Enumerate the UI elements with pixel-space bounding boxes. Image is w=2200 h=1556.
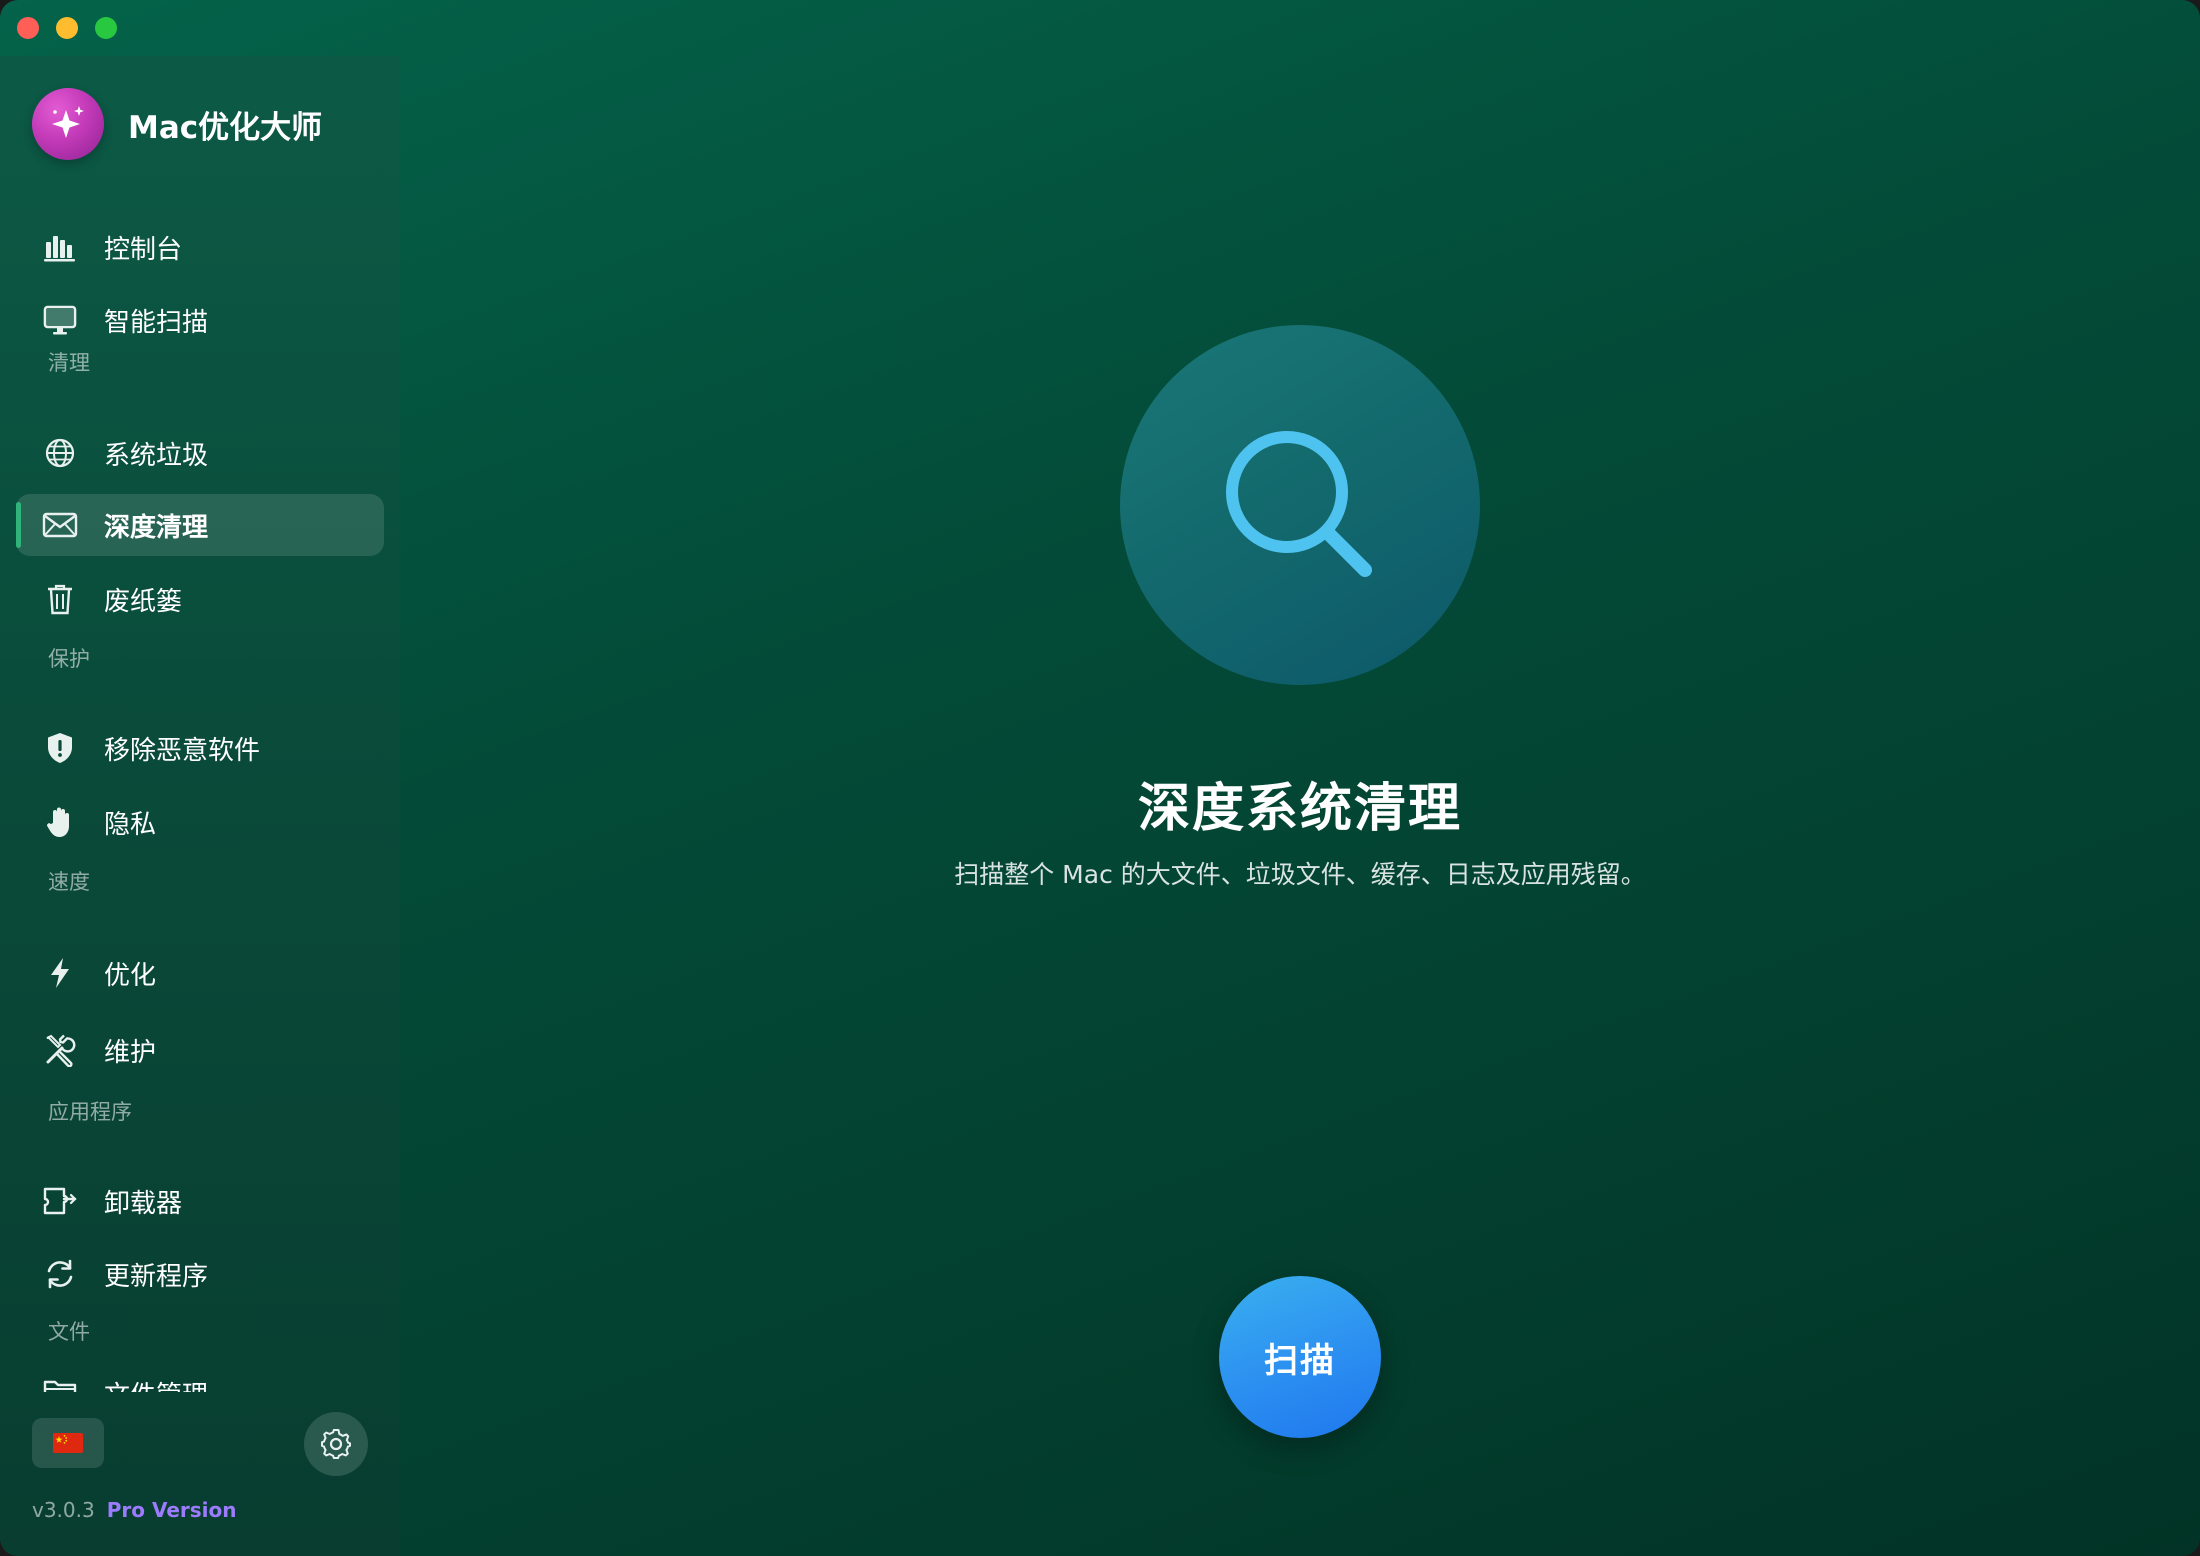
sidebar-item-deep-clean[interactable]: 深度清理 [16,494,384,556]
sidebar-item-label: 智能扫描 [104,307,209,338]
sidebar-item-label: 隐私 [104,809,157,840]
sidebar-item-trash[interactable]: 废纸篓 [16,568,384,630]
uninstall-icon [42,1183,78,1219]
trash-icon [42,581,78,617]
pro-version-badge[interactable]: Pro Version [107,1498,237,1522]
brand: Mac优化大师 [32,88,322,160]
version-text: v3.0.3 [32,1498,95,1522]
sidebar-clip: 文件管理 [0,1366,400,1392]
sidebar-item-maintenance[interactable]: 维护 [16,1019,384,1081]
refresh-icon [42,1256,78,1292]
sidebar-item-label: 移除恶意软件 [104,735,261,766]
sidebar-item-label: 卸载器 [104,1188,183,1219]
china-flag-icon [53,1433,83,1453]
sidebar-item-updater[interactable]: 更新程序 [16,1243,384,1305]
page-subtitle: 扫描整个 Mac 的大文件、垃圾文件、缓存、日志及应用残留。 [954,860,1646,889]
sidebar-item-dashboard[interactable]: 控制台 [16,216,384,278]
sidebar-item-malware-removal[interactable]: 移除恶意软件 [16,717,384,779]
envelope-icon [42,507,78,543]
maximize-window-button[interactable] [95,17,117,39]
settings-button[interactable] [304,1412,368,1476]
app-name: Mac优化大师 [128,109,323,146]
hand-icon [42,804,78,840]
app-window: Mac优化大师 控制台 智能扫描 清理 系统垃圾 深度清理 废纸篓 保护 移除恶… [0,0,2200,1556]
magnifier-icon [1226,431,1372,577]
sidebar: Mac优化大师 控制台 智能扫描 清理 系统垃圾 深度清理 废纸篓 保护 移除恶… [0,56,400,1556]
sidebar-item-optimize[interactable]: 优化 [16,942,384,1004]
tools-icon [42,1032,78,1068]
page-title: 深度系统清理 [1137,779,1462,839]
section-label-clean: 清理 [48,351,90,375]
section-label-apps: 应用程序 [48,1100,132,1124]
scan-button[interactable]: 扫描 [1219,1276,1381,1438]
folder-icon [42,1375,78,1392]
sidebar-item-system-junk[interactable]: 系统垃圾 [16,422,384,484]
sidebar-item-label: 深度清理 [104,512,209,543]
section-label-files: 文件 [48,1320,90,1344]
sidebar-item-privacy[interactable]: 隐私 [16,791,384,853]
sparkle-logo-icon [32,88,104,160]
section-label-speed: 速度 [48,870,90,894]
close-window-button[interactable] [17,17,39,39]
lightning-icon [42,955,78,991]
globe-icon [42,435,78,471]
sidebar-item-label: 维护 [104,1037,157,1068]
language-button[interactable] [32,1418,104,1468]
sidebar-item-label: 废纸篓 [104,586,183,617]
shield-icon [42,730,78,766]
section-label-protect: 保护 [48,647,90,671]
monitor-icon [42,302,78,338]
sidebar-item-uninstaller[interactable]: 卸载器 [16,1170,384,1232]
sidebar-item-file-manager[interactable]: 文件管理 [16,1366,384,1392]
hero-search-circle [1120,325,1480,685]
sidebar-item-label: 控制台 [104,234,183,265]
gear-icon [321,1429,351,1459]
bar-chart-icon [42,229,78,265]
sidebar-item-label: 文件管理 [104,1375,208,1393]
sidebar-item-label: 优化 [104,960,157,991]
sidebar-item-smart-scan[interactable]: 智能扫描 [16,289,384,351]
version-info: v3.0.3 Pro Version [32,1498,237,1522]
sidebar-item-label: 系统垃圾 [104,440,209,471]
minimize-window-button[interactable] [56,17,78,39]
traffic-lights [17,17,117,39]
sidebar-item-label: 更新程序 [104,1261,209,1292]
